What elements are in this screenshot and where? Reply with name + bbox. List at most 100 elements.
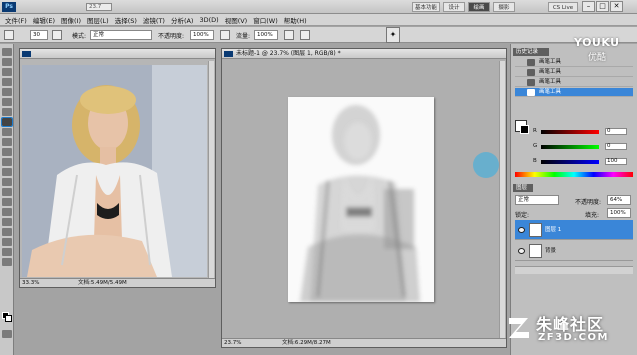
menu-window[interactable]: 窗口(W)	[250, 15, 281, 25]
close-button[interactable]: ✕	[610, 1, 623, 12]
menu-image[interactable]: 图像(I)	[58, 15, 84, 25]
shape-tool-icon[interactable]	[2, 218, 12, 226]
green-slider[interactable]	[541, 145, 599, 149]
color-g-label: G	[533, 143, 538, 149]
maximize-button[interactable]: □	[596, 1, 609, 12]
cursor-highlight	[473, 152, 499, 178]
blend-mode-select[interactable]: 正常	[515, 195, 559, 205]
path-select-tool-icon[interactable]	[2, 208, 12, 216]
gradient-tool-icon[interactable]	[2, 158, 12, 166]
eraser-tool-icon[interactable]	[2, 148, 12, 156]
vertical-scrollbar[interactable]	[499, 61, 505, 338]
document-icon	[224, 51, 233, 57]
fill-field[interactable]: 100%	[607, 208, 631, 218]
red-value-field[interactable]: 0	[605, 128, 627, 135]
workspace-design-button[interactable]: 设计	[443, 2, 465, 12]
red-slider[interactable]	[541, 130, 599, 134]
quick-select-tool-icon[interactable]	[2, 78, 12, 86]
flow-field[interactable]: 100%	[254, 30, 278, 40]
eye-icon[interactable]	[518, 227, 525, 233]
portrait-photo-image	[22, 65, 207, 277]
options-bar: 30 模式: 正常 不透明度: 100% 流量: 100%	[0, 27, 637, 43]
zoom-tool-icon[interactable]	[2, 258, 12, 266]
blue-value-field[interactable]: 100	[605, 158, 627, 165]
eyedropper-tool-icon[interactable]	[2, 98, 12, 106]
background-color-chip[interactable]	[520, 125, 529, 134]
vertical-scrollbar[interactable]	[208, 61, 214, 278]
opacity-field[interactable]: 100%	[190, 30, 214, 40]
history-state[interactable]: 画笔工具	[515, 68, 633, 77]
workspace-essentials-button[interactable]: 基本功能	[412, 2, 440, 12]
quick-mask-icon[interactable]	[2, 330, 12, 338]
move-tool-icon[interactable]	[2, 48, 12, 56]
flow-label: 流量:	[236, 33, 251, 40]
brush-panel-toggle-icon[interactable]	[52, 30, 62, 40]
blur-tool-icon[interactable]	[2, 168, 12, 176]
history-state-current[interactable]: 画笔工具	[515, 88, 633, 97]
drawing-canvas[interactable]	[288, 97, 434, 302]
blue-slider[interactable]	[541, 160, 599, 164]
document-size-info[interactable]: 文档:6.29M/8.27M	[282, 339, 331, 348]
pressure-size-icon[interactable]	[300, 30, 310, 40]
color-b-label: B	[533, 158, 537, 164]
history-brush-tool-icon[interactable]	[2, 138, 12, 146]
history-state[interactable]: 画笔工具	[515, 58, 633, 67]
layers-panel-tab[interactable]: 图层	[513, 184, 533, 192]
zoom-value[interactable]: 23.7%	[224, 339, 241, 348]
marquee-tool-icon[interactable]	[2, 58, 12, 66]
sketch-drawing	[300, 105, 420, 302]
brush-size-field[interactable]: 30	[30, 30, 48, 40]
menu-select[interactable]: 选择(S)	[112, 15, 140, 25]
menu-filter[interactable]: 滤镜(T)	[140, 15, 168, 25]
menu-view[interactable]: 视图(V)	[222, 15, 251, 25]
pin-icon[interactable]: ✦	[386, 27, 400, 43]
document-tab[interactable]	[20, 49, 215, 59]
hand-tool-icon[interactable]	[2, 248, 12, 256]
layer-row-background[interactable]: 背景	[515, 241, 633, 261]
menu-analysis[interactable]: 分析(A)	[168, 15, 197, 25]
photoshop-window: Ps 23.7 基本功能 设计 绘画 摄影 CS Live – □ ✕ 文件(F…	[0, 0, 637, 355]
history-state-label: 画笔工具	[539, 89, 562, 95]
background-color-swatch[interactable]	[5, 315, 12, 322]
reference-document-window[interactable]: 33.3% 文档:5.49M/5.49M	[19, 48, 216, 288]
crop-tool-icon[interactable]	[2, 88, 12, 96]
menu-3d[interactable]: 3D(D)	[196, 16, 221, 24]
mode-select[interactable]: 正常	[90, 30, 152, 40]
layer-thumbnail	[529, 223, 542, 237]
history-state[interactable]: 画笔工具	[515, 78, 633, 87]
brush-icon	[527, 79, 535, 86]
workspace-painting-button[interactable]: 绘画	[468, 2, 490, 12]
cs-live-button[interactable]: CS Live	[548, 2, 578, 12]
green-value-field[interactable]: 0	[605, 143, 627, 150]
pressure-opacity-icon[interactable]	[220, 30, 230, 40]
3d-orbit-tool-icon[interactable]	[2, 238, 12, 246]
layer-row-layer1[interactable]: 图层 1	[515, 220, 633, 240]
lasso-tool-icon[interactable]	[2, 68, 12, 76]
type-tool-icon[interactable]	[2, 198, 12, 206]
pen-tool-icon[interactable]	[2, 188, 12, 196]
minimize-button[interactable]: –	[582, 1, 595, 12]
brush-tool-icon[interactable]	[1, 117, 13, 127]
zoom-level-select[interactable]: 23.7	[86, 3, 112, 11]
history-state-label: 画笔工具	[539, 59, 562, 65]
sketch-document-window[interactable]: 未标题-1 @ 23.7% (图层 1, RGB/8) * 23.7% 文档:6…	[221, 48, 507, 348]
zoom-value[interactable]: 33.3%	[22, 279, 39, 288]
stamp-tool-icon[interactable]	[2, 128, 12, 136]
airbrush-icon[interactable]	[284, 30, 294, 40]
workspace-photography-button[interactable]: 摄影	[493, 2, 515, 12]
opacity-label: 不透明度:	[158, 33, 185, 40]
brush-tool-preset-icon[interactable]	[4, 30, 14, 40]
menu-file[interactable]: 文件(F)	[2, 15, 30, 25]
menu-help[interactable]: 帮助(H)	[281, 15, 310, 25]
menu-layer[interactable]: 图层(L)	[84, 15, 112, 25]
document-tab[interactable]: 未标题-1 @ 23.7% (图层 1, RGB/8) *	[222, 49, 506, 59]
document-size-info[interactable]: 文档:5.49M/5.49M	[78, 279, 127, 288]
3d-rotate-tool-icon[interactable]	[2, 228, 12, 236]
menu-edit[interactable]: 编辑(E)	[30, 15, 58, 25]
healing-tool-icon[interactable]	[2, 108, 12, 116]
eye-icon[interactable]	[518, 248, 525, 254]
history-panel-tab[interactable]: 历史记录	[513, 48, 549, 56]
color-spectrum[interactable]	[515, 172, 633, 177]
dodge-tool-icon[interactable]	[2, 178, 12, 186]
layer-opacity-field[interactable]: 64%	[607, 195, 631, 205]
